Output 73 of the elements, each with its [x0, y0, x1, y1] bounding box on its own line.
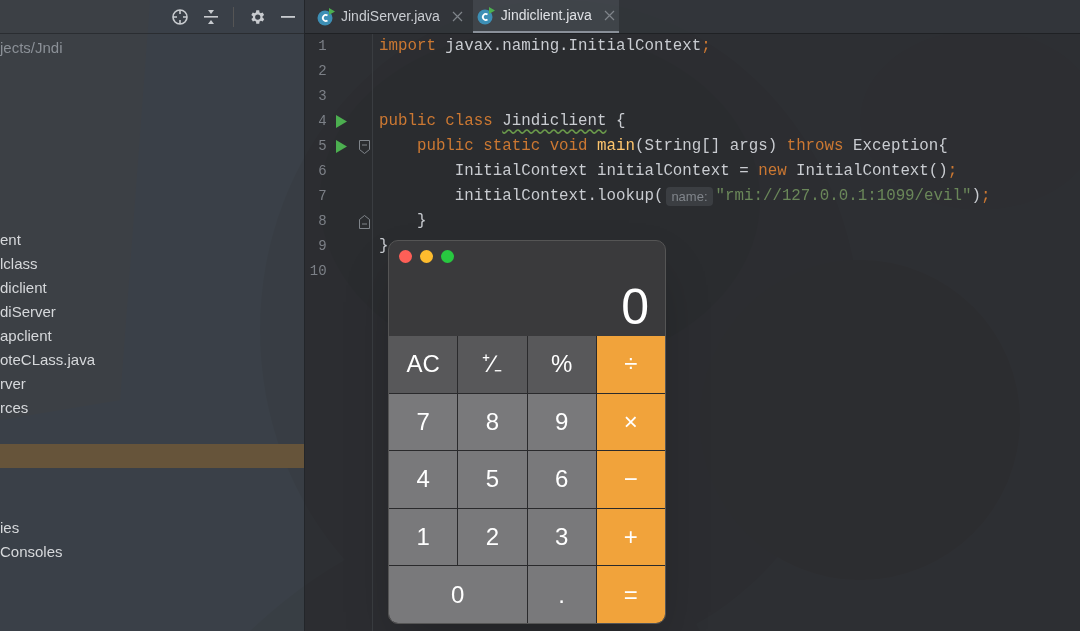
code-text: Jindiclient: [502, 110, 607, 132]
close-icon[interactable]: [451, 11, 463, 22]
line-number: 1: [317, 37, 327, 56]
calculator-key[interactable]: 2: [458, 508, 527, 566]
tree-item[interactable]: ent: [0, 228, 304, 252]
code-text: ;: [947, 160, 958, 182]
line-number: 9: [317, 237, 327, 256]
code-text: {: [615, 110, 626, 132]
zoom-button[interactable]: [441, 250, 454, 263]
tree-item[interactable]: rces: [0, 396, 304, 420]
code-text: ): [971, 185, 981, 207]
code-text: import: [379, 35, 437, 57]
java-class-icon: [317, 7, 335, 26]
code-text: }: [415, 210, 427, 232]
tree-item[interactable]: Consoles: [0, 540, 304, 564]
tree-item[interactable]: apclient: [0, 324, 304, 348]
code-text: public class: [379, 110, 494, 132]
calculator-key[interactable]: 7: [389, 393, 458, 451]
calculator-key[interactable]: 8: [458, 393, 527, 451]
calculator-key[interactable]: AC: [389, 336, 458, 393]
tree-item[interactable]: diServer: [0, 300, 304, 324]
code-text: public static void: [415, 135, 589, 157]
code-text: (String[] args): [634, 135, 779, 157]
line-number: 2: [317, 62, 327, 81]
calculator-key[interactable]: 4: [389, 451, 458, 508]
calculator-display: 0: [621, 281, 650, 332]
code-text: "rmi://127.0.0.1:1099/evil": [715, 185, 972, 207]
calculator-key[interactable]: 5: [458, 451, 527, 508]
fold-icon[interactable]: [358, 214, 370, 229]
line-number: 10: [308, 262, 327, 281]
tree-item[interactable]: oteCLass.java: [0, 348, 304, 372]
close-icon[interactable]: [603, 10, 615, 21]
parameter-hint: name:: [666, 186, 713, 207]
code-text: main: [597, 135, 635, 157]
calculator-key[interactable]: 9: [527, 393, 596, 451]
close-button[interactable]: [399, 250, 412, 263]
tree-item[interactable]: ies: [0, 516, 304, 540]
code-text: Exception{: [853, 135, 948, 157]
line-number: 7: [317, 187, 327, 206]
code-text: InitialContext initialContext =: [453, 160, 750, 182]
tree-item[interactable]: rver: [0, 372, 304, 396]
crosshair-icon[interactable]: [171, 7, 189, 26]
calculator-key[interactable]: 1: [389, 508, 458, 566]
calculator-key[interactable]: %: [527, 336, 596, 393]
calculator-key[interactable]: 0: [389, 566, 527, 623]
code-text: InitialContext(): [796, 160, 948, 182]
code-text: ;: [701, 35, 711, 57]
code-text: new: [758, 160, 788, 182]
calculator-key[interactable]: ⁺∕₋: [458, 336, 527, 393]
code-text: ;: [980, 185, 991, 207]
editor-tab[interactable]: JindiServer.java: [313, 0, 467, 33]
tree-item[interactable]: diclient: [0, 276, 304, 300]
minimize-button[interactable]: [420, 250, 433, 263]
line-number: 5: [317, 137, 327, 156]
fold-icon[interactable]: [358, 139, 370, 154]
calculator-key[interactable]: .: [527, 566, 596, 623]
run-icon[interactable]: [335, 115, 347, 128]
line-number: 3: [317, 87, 327, 106]
line-number: 6: [317, 162, 327, 181]
code-text: javax.naming.InitialContext: [445, 35, 702, 57]
line-number: 4: [317, 112, 327, 131]
calculator-key[interactable]: 3: [527, 508, 596, 566]
code-text: throws: [786, 135, 845, 157]
java-class-icon: [476, 6, 495, 25]
tree-item[interactable]: lclass: [0, 252, 304, 276]
line-number: 8: [317, 212, 327, 231]
editor-tab[interactable]: Jindiclient.java: [472, 0, 619, 33]
calculator-key[interactable]: 6: [527, 451, 596, 508]
project-path: jects/Jndi: [0, 37, 63, 58]
code-text: initialContext.lookup(: [453, 185, 664, 207]
collapse-icon[interactable]: [203, 8, 219, 25]
code-text: }: [379, 235, 389, 257]
run-icon[interactable]: [335, 140, 347, 153]
